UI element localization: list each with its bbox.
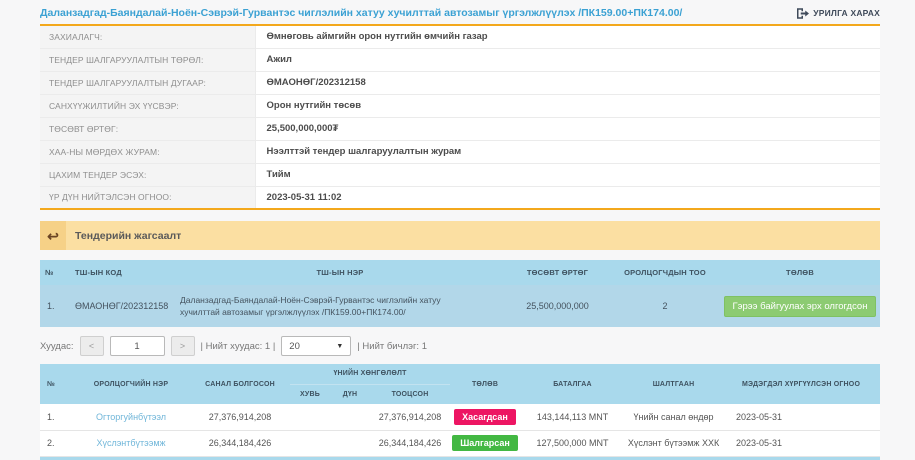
status-badge-contract-awarded: Гэрээ байгуулах эрх олгогдсон [724,296,877,317]
participant-notified-date: 2023-05-31 [722,430,880,456]
participant-calculated: 27,376,914,208 [370,404,450,430]
detail-value: ӨМАОНӨГ/202312158 [255,71,880,94]
pagination: Хуудас: < > | Нийт хуудас: 1 | 20 ▼ | Ни… [40,336,880,356]
tender-row-name: Даланзадгад-Баяндалай-Ноён-Сэврэй-Гурван… [175,285,505,327]
col-header-calculated: ТООЦСОН [370,384,450,404]
participant-row: 1. Огторгуйнбүтээл 27,376,914,208 27,376… [40,404,880,430]
detail-value: Ажил [255,48,880,71]
view-invitation-label: УРИЛГА ХАРАХ [813,8,880,18]
col-header-discount-group: ҮНИЙН ХӨНГӨЛӨЛТ [290,364,450,384]
detail-row: ХАА-НЫ МӨРДӨХ ЖУРАМ: Нээлттэй тендер шал… [40,140,880,163]
page-number-input[interactable] [110,336,165,356]
participants-table: № ОРОЛЦОГЧИЙН НЭР САНАЛ БОЛГОСОН ҮНИЙН Х… [40,364,880,460]
view-invitation-link[interactable]: УРИЛГА ХАРАХ [797,8,880,19]
total-records-label: | Нийт бичлэг: 1 [357,341,427,352]
detail-value: 2023-05-31 11:02 [255,186,880,209]
col-header-participant-name: ОРОЛЦОГЧИЙН НЭР [72,364,190,404]
participant-row: 2. Хүслэнтбүтээмж 26,344,184,426 26,344,… [40,430,880,456]
participant-num: 1. [40,404,72,430]
col-header-name: ТШ-ЫН НЭР [175,260,505,285]
detail-label: ҮР ДҮН НИЙТЭЛСЭН ОГНОО: [40,186,255,209]
col-header-amount: ДҮН [330,384,370,404]
detail-value: 25,500,000,000₮ [255,117,880,140]
section-title: Тендерийн жагсаалт [75,230,181,242]
detail-label: ХАА-НЫ МӨРДӨХ ЖУРАМ: [40,140,255,163]
participant-offered: 26,344,184,426 [190,430,290,456]
participant-guarantee: 127,500,000 MNT [520,430,625,456]
pagination-label: Хуудас: [40,341,74,352]
col-header-code: ТШ-ЫН КОД [70,260,175,285]
total-pages-label: | Нийт хуудас: 1 | [201,341,276,352]
col-header-num: № [40,364,72,404]
detail-row: ТӨСӨВТ ӨРТӨГ: 25,500,000,000₮ [40,117,880,140]
participant-offered: 27,376,914,208 [190,404,290,430]
participant-guarantee: 143,144,113 MNT [520,404,625,430]
participant-discount-amount [330,404,370,430]
table-footer-strip [40,456,880,460]
detail-row: ЗАХИАЛАГЧ: Өмнөговь аймгийн орон нутгийн… [40,25,880,48]
chevron-down-icon: ▼ [336,343,343,350]
col-header-budget: ТӨСӨВТ ӨРТӨГ [505,260,610,285]
col-header-num: № [40,260,70,285]
participant-reason: Үнийн санал өндөр [625,404,722,430]
participant-name-link[interactable]: Хүслэнтбүтээмж [96,438,165,448]
participant-discount-amount [330,430,370,456]
exit-icon [797,8,809,19]
page-size-value: 20 [289,341,300,352]
detail-label: САНХҮҮЖИЛТИЙН ЭХ ҮҮСВЭР: [40,94,255,117]
detail-label: ТӨСӨВТ ӨРТӨГ: [40,117,255,140]
reply-arrow-icon: ↩ [40,221,66,250]
topbar: Даланзадгад-Баяндалай-Ноён-Сэврэй-Гурван… [40,4,880,22]
participant-notified-date: 2023-05-31 [722,404,880,430]
prev-page-button[interactable]: < [80,336,104,356]
status-badge-rejected: Хасагдсан [454,409,516,425]
participant-calculated: 26,344,184,426 [370,430,450,456]
detail-value: Өмнөговь аймгийн орон нутгийн өмчийн газ… [255,25,880,48]
detail-label: ТЕНДЕР ШАЛГАРУУЛАЛТЫН ТӨРӨЛ: [40,48,255,71]
col-header-notified-date: МЭДЭГДЭЛ ХҮРГҮҮЛСЭН ОГНОО [722,364,880,404]
col-header-percent: ХУВЬ [290,384,330,404]
detail-row: ЦАХИМ ТЕНДЕР ЭСЭХ: Тийм [40,163,880,186]
tender-row-participants: 2 [610,285,720,327]
tender-row[interactable]: 1. ӨМАОНӨГ/202312158 Даланзадгад-Баяндал… [40,285,880,327]
detail-label: ЦАХИМ ТЕНДЕР ЭСЭХ: [40,163,255,186]
col-header-reason: ШАЛТГААН [625,364,722,404]
detail-value: Нээлттэй тендер шалгаруулалтын журам [255,140,880,163]
participants-header-row-1: № ОРОЛЦОГЧИЙН НЭР САНАЛ БОЛГОСОН ҮНИЙН Х… [40,364,880,384]
participant-name-link[interactable]: Огторгуйнбүтээл [96,412,166,422]
detail-row: САНХҮҮЖИЛТИЙН ЭХ ҮҮСВЭР: Орон нутгийн тө… [40,94,880,117]
detail-label: ТЕНДЕР ШАЛГАРУУЛАЛТЫН ДУГААР: [40,71,255,94]
tender-row-budget: 25,500,000,000 [505,285,610,327]
participant-discount-percent [290,430,330,456]
participant-discount-percent [290,404,330,430]
status-badge-selected: Шалгарсан [452,435,518,451]
col-header-participants: ОРОЛЦОГЧДЫН ТОО [610,260,720,285]
participant-num: 2. [40,430,72,456]
detail-row: ТЕНДЕР ШАЛГАРУУЛАЛТЫН ТӨРӨЛ: Ажил [40,48,880,71]
participant-reason: Хүслэнт бүтээмж ХХК [625,430,722,456]
col-header-status: ТӨЛӨВ [720,260,880,285]
detail-row: ТЕНДЕР ШАЛГАРУУЛАЛТЫН ДУГААР: ӨМАОНӨГ/20… [40,71,880,94]
detail-value: Орон нутгийн төсөв [255,94,880,117]
detail-label: ЗАХИАЛАГЧ: [40,25,255,48]
tender-row-code: ӨМАОНӨГ/202312158 [70,285,175,327]
page-title: Даланзадгад-Баяндалай-Ноён-Сэврэй-Гурван… [40,7,682,19]
tender-details-table: ЗАХИАЛАГЧ: Өмнөговь аймгийн орон нутгийн… [40,24,880,210]
tender-list-table: № ТШ-ЫН КОД ТШ-ЫН НЭР ТӨСӨВТ ӨРТӨГ ОРОЛЦ… [40,260,880,327]
col-header-guarantee: БАТАЛГАА [520,364,625,404]
next-page-button[interactable]: > [171,336,195,356]
tender-table-header-row: № ТШ-ЫН КОД ТШ-ЫН НЭР ТӨСӨВТ ӨРТӨГ ОРОЛЦ… [40,260,880,285]
col-header-offered: САНАЛ БОЛГОСОН [190,364,290,404]
detail-row: ҮР ДҮН НИЙТЭЛСЭН ОГНОО: 2023-05-31 11:02 [40,186,880,209]
page-size-select[interactable]: 20 ▼ [281,336,351,356]
col-header-status: ТӨЛӨВ [450,364,520,404]
detail-value: Тийм [255,163,880,186]
tender-row-num: 1. [40,285,70,327]
tender-list-section-bar: ↩ Тендерийн жагсаалт [40,221,880,250]
tender-detail-page: Даланзадгад-Баяндалай-Ноён-Сэврэй-Гурван… [0,0,915,460]
